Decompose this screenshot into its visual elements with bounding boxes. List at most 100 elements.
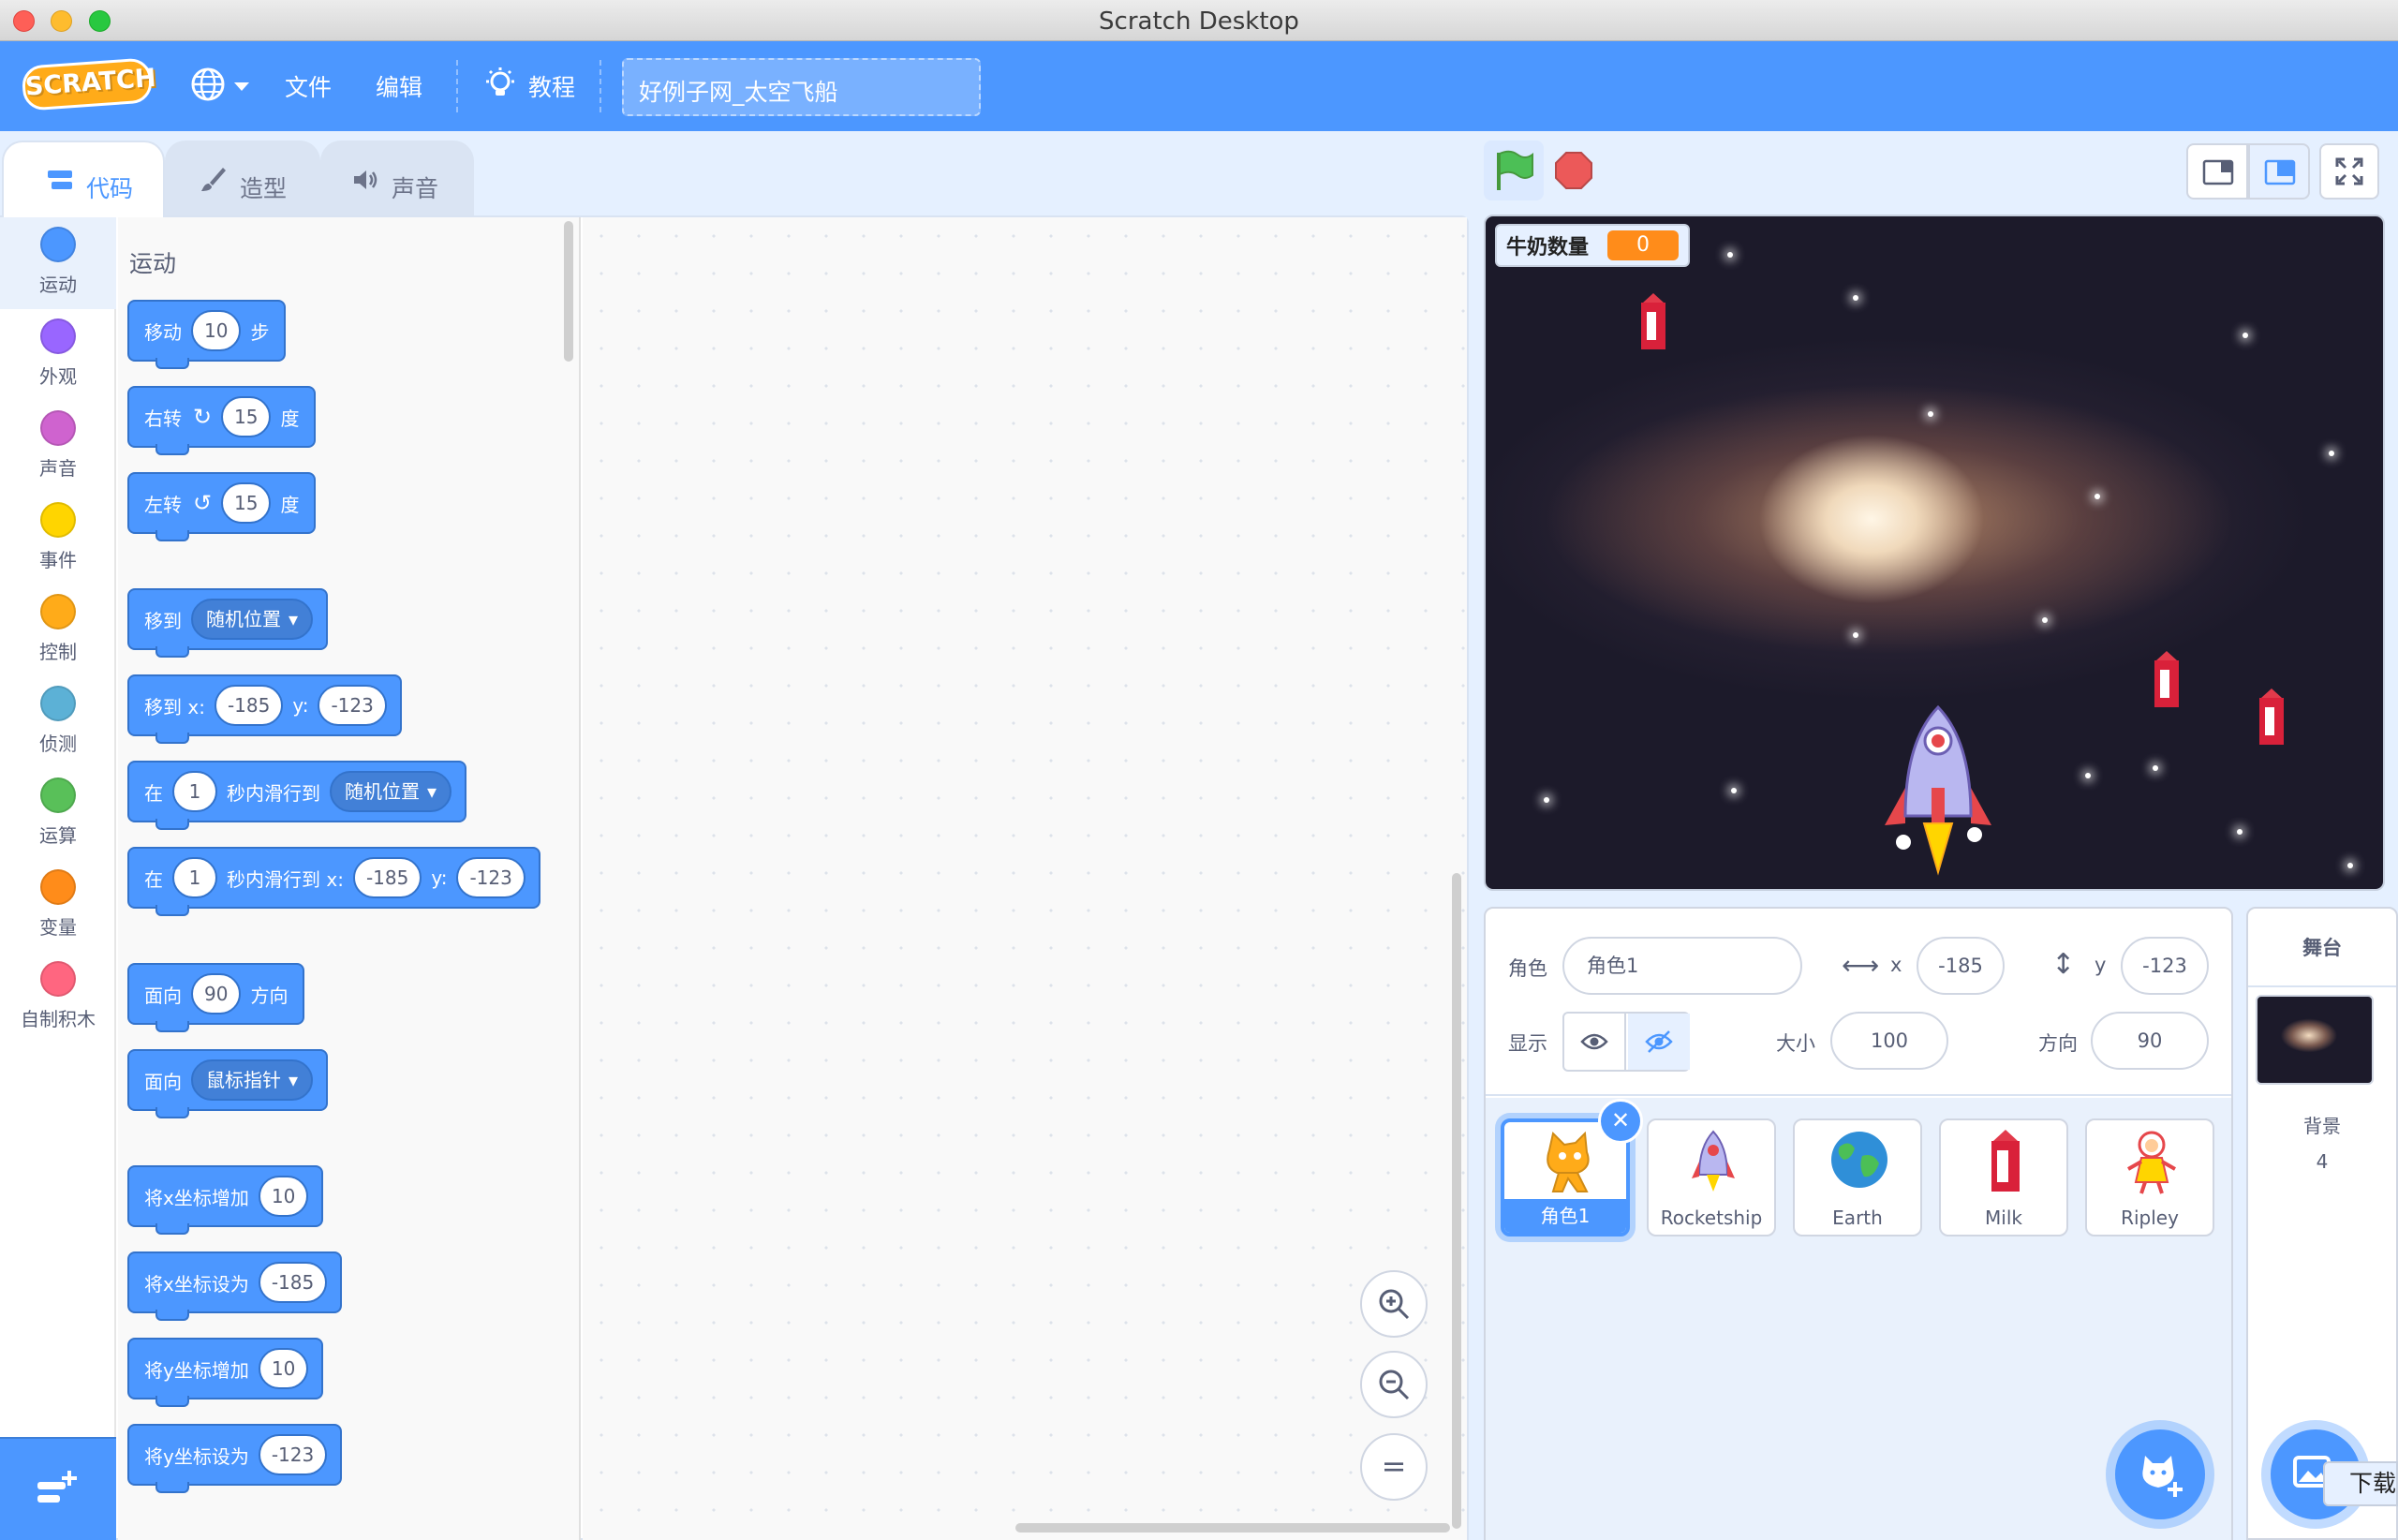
block-dropdown[interactable]: 随机位置 <box>191 599 314 640</box>
block-change-y[interactable]: 将y坐标增加 10 <box>127 1338 324 1407</box>
category-sensing[interactable]: 侦测 <box>0 676 116 768</box>
block-number-input[interactable]: 15 <box>221 482 272 524</box>
tutorials-lightbulb-icon[interactable] <box>481 66 519 103</box>
block-point-towards[interactable]: 面向 鼠标指针 <box>127 1049 329 1118</box>
zoom-reset-button[interactable]: = <box>1360 1433 1428 1501</box>
block-turn-left[interactable]: 左转 ↺ 15 度 <box>127 472 317 541</box>
block-number-input[interactable]: 10 <box>258 1348 309 1389</box>
milk-sprite[interactable] <box>2151 649 2183 709</box>
rocketship-thumbnail <box>1692 1130 1735 1192</box>
category-sound[interactable]: 声音 <box>0 401 116 493</box>
block-set-x[interactable]: 将x坐标设为 -185 <box>127 1251 343 1321</box>
workspace-vertical-scrollbar[interactable] <box>1452 873 1461 1529</box>
backdrops-count: 4 <box>2316 1150 2329 1173</box>
add-extension-button[interactable] <box>0 1437 116 1540</box>
block-number-input[interactable]: -185 <box>352 857 422 898</box>
scratch-logo[interactable]: SCRATCH <box>21 57 156 111</box>
show-sprite-button[interactable] <box>1564 1014 1626 1070</box>
block-turn-right[interactable]: 右转 ↻ 15 度 <box>127 386 317 455</box>
milk-sprite[interactable] <box>2256 687 2287 747</box>
block-glide-to[interactable]: 在 1 秒内滑行到 随机位置 <box>127 761 467 830</box>
block-number-input[interactable]: 1 <box>172 857 217 898</box>
rotate-left-icon: ↺ <box>192 490 213 516</box>
delete-sprite-trash-icon[interactable]: ✕ <box>1598 1099 1643 1144</box>
star <box>1544 797 1549 803</box>
script-workspace[interactable]: = <box>583 217 1467 1540</box>
block-number-input[interactable]: -123 <box>318 685 387 726</box>
block-number-input[interactable]: -185 <box>258 1262 328 1303</box>
category-operators[interactable]: 运算 <box>0 768 116 860</box>
file-menu[interactable]: 文件 <box>285 69 332 103</box>
zoom-in-button[interactable] <box>1360 1270 1428 1338</box>
block-text: 度 <box>280 407 300 430</box>
category-events[interactable]: 事件 <box>0 493 116 585</box>
language-chevron-down-icon[interactable] <box>234 82 249 91</box>
palette-scrollbar[interactable] <box>564 221 573 362</box>
tutorials-menu[interactable]: 教程 <box>528 69 575 103</box>
sprite-card-ripley[interactable]: Ripley <box>2085 1118 2214 1236</box>
x-position-input[interactable]: -185 <box>1917 937 2005 995</box>
tab-code[interactable]: 代码 <box>2 141 165 217</box>
block-number-input[interactable]: 15 <box>221 396 272 437</box>
category-looks[interactable]: 外观 <box>0 309 116 401</box>
eye-hidden-icon <box>1645 1030 1673 1053</box>
project-title-input[interactable]: 好例子网_太空飞船 <box>622 58 981 116</box>
sprite-card-rocketship[interactable]: Rocketship <box>1647 1118 1776 1236</box>
normal-stage-button[interactable] <box>2248 143 2310 200</box>
block-number-input[interactable]: 1 <box>172 771 217 812</box>
green-flag-button[interactable] <box>1484 141 1544 200</box>
y-position-arrows-icon: ↕ <box>2051 948 2076 981</box>
category-my-blocks[interactable]: 自制积木 <box>0 952 116 1044</box>
block-number-input[interactable]: -123 <box>456 857 525 898</box>
category-events-dot-icon <box>40 502 76 538</box>
block-number-input[interactable]: -123 <box>258 1434 328 1475</box>
block-number-input[interactable]: 10 <box>258 1176 309 1217</box>
block-goto-xy[interactable]: 移到 x: -185 y: -123 <box>127 674 402 744</box>
zoom-out-button[interactable] <box>1360 1351 1428 1418</box>
sprite-card-earth[interactable]: Earth <box>1793 1118 1922 1236</box>
edit-menu[interactable]: 编辑 <box>376 69 422 103</box>
category-label: 事件 <box>39 549 77 571</box>
rocketship-sprite[interactable] <box>1877 703 1999 881</box>
sprite-card-milk[interactable]: Milk <box>1939 1118 2068 1236</box>
category-motion[interactable]: 运动 <box>0 217 116 309</box>
block-dropdown[interactable]: 随机位置 <box>330 771 452 812</box>
tab-costumes[interactable]: 造型 <box>165 141 320 217</box>
block-number-input[interactable]: -185 <box>214 685 284 726</box>
small-stage-button[interactable] <box>2186 143 2248 200</box>
speaker-icon <box>354 170 377 189</box>
small-stage-icon <box>2202 159 2234 185</box>
star <box>1727 252 1733 258</box>
block-dropdown[interactable]: 鼠标指针 <box>191 1059 314 1101</box>
block-set-y[interactable]: 将y坐标设为 -123 <box>127 1424 343 1493</box>
milk-sprite[interactable] <box>1637 291 1669 351</box>
category-control[interactable]: 控制 <box>0 585 116 676</box>
block-number-input[interactable]: 10 <box>191 310 242 351</box>
block-text: 方向 <box>250 984 289 1007</box>
category-variables[interactable]: 变量 <box>0 860 116 952</box>
block-move-steps[interactable]: 移动 10 步 <box>127 300 287 369</box>
block-goto[interactable]: 移到 随机位置 <box>127 588 329 658</box>
block-point-direction[interactable]: 面向 90 方向 <box>127 963 305 1032</box>
variable-monitor: 牛奶数量 0 <box>1495 224 1691 267</box>
sprite-card-name: Ripley <box>2121 1207 2179 1229</box>
menu-divider <box>600 60 601 112</box>
tab-sounds[interactable]: 声音 <box>320 141 474 217</box>
monitor-value: 0 <box>1607 230 1680 260</box>
y-position-input[interactable]: -123 <box>2121 937 2209 995</box>
hide-sprite-button[interactable] <box>1628 1014 1690 1070</box>
block-change-x[interactable]: 将x坐标增加 10 <box>127 1165 324 1235</box>
add-extension-icon <box>37 1471 77 1503</box>
workspace-horizontal-scrollbar[interactable] <box>1015 1523 1450 1533</box>
language-globe-icon[interactable] <box>189 66 227 103</box>
choose-sprite-button[interactable] <box>2115 1429 2205 1519</box>
window-title: Scratch Desktop <box>1099 7 1299 36</box>
sprite-name-input[interactable]: 角色1 <box>1562 937 1802 995</box>
stop-button[interactable] <box>1544 141 1604 200</box>
size-input[interactable]: 100 <box>1830 1012 1948 1070</box>
direction-input[interactable]: 90 <box>2091 1012 2209 1070</box>
fullscreen-button[interactable] <box>2319 143 2379 200</box>
block-number-input[interactable]: 90 <box>191 973 242 1014</box>
block-glide-xy[interactable]: 在 1 秒内滑行到 x: -185 y: -123 <box>127 847 540 916</box>
stage-canvas[interactable]: 牛奶数量 0 <box>1484 215 2385 891</box>
